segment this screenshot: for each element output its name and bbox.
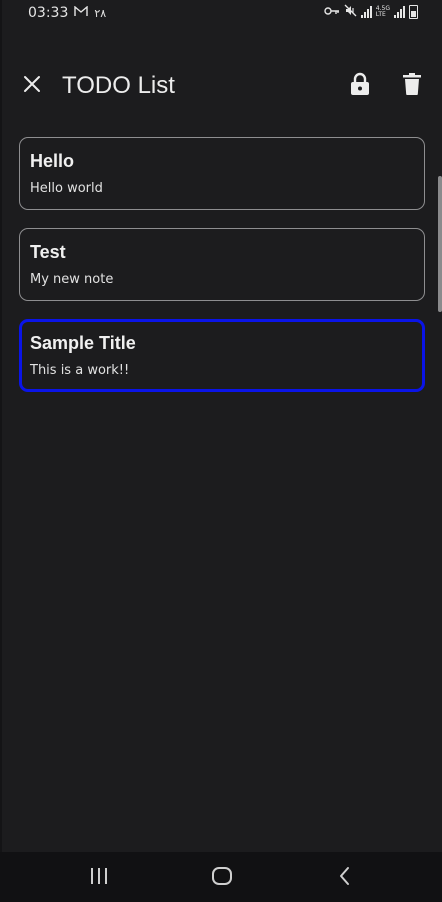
status-left: 03:33 ٢٨ xyxy=(28,5,106,21)
note-list: Hello Hello world Test My new note Sampl… xyxy=(19,137,425,410)
note-title: Sample Title xyxy=(30,333,136,353)
note-body: This is a work!! xyxy=(30,363,130,378)
note-title: Hello xyxy=(30,151,75,171)
lock-icon xyxy=(350,72,370,100)
note-body: Hello world xyxy=(30,181,103,196)
mute-icon xyxy=(344,4,357,20)
back-icon xyxy=(338,866,352,890)
close-icon xyxy=(23,75,41,97)
battery-icon xyxy=(409,5,418,19)
status-bar: 03:33 ٢٨ 4.5G LTE xyxy=(0,0,442,28)
recent-apps-button[interactable] xyxy=(81,864,117,892)
app-bar: TODO List xyxy=(0,56,442,116)
lock-button[interactable] xyxy=(344,70,376,102)
status-right: 4.5G LTE xyxy=(324,4,418,20)
home-icon xyxy=(211,866,233,890)
network-label-bottom: LTE xyxy=(375,11,386,18)
navigation-bar xyxy=(0,852,442,902)
trash-icon xyxy=(403,73,421,99)
note-card[interactable]: Hello Hello world xyxy=(19,137,425,210)
status-date: ٢٨ xyxy=(94,6,107,20)
gmail-icon xyxy=(74,5,89,20)
page-title: TODO List xyxy=(62,72,175,99)
vpn-key-icon xyxy=(324,6,340,19)
signal-icon xyxy=(360,6,372,18)
signal-icon xyxy=(394,6,405,18)
recent-apps-icon xyxy=(89,867,109,889)
4g-icon: 4.5G LTE xyxy=(376,6,390,18)
close-button[interactable] xyxy=(16,70,48,102)
status-time: 03:33 xyxy=(28,5,69,21)
screen-edge xyxy=(0,0,2,852)
note-body: My new note xyxy=(30,272,114,287)
note-title: Test xyxy=(30,242,66,262)
home-button[interactable] xyxy=(204,864,240,892)
back-button[interactable] xyxy=(327,864,363,892)
note-card-selected[interactable]: Sample Title This is a work!! xyxy=(19,319,425,392)
delete-button[interactable] xyxy=(396,70,428,102)
note-card[interactable]: Test My new note xyxy=(19,228,425,301)
scrollbar[interactable] xyxy=(438,176,442,312)
